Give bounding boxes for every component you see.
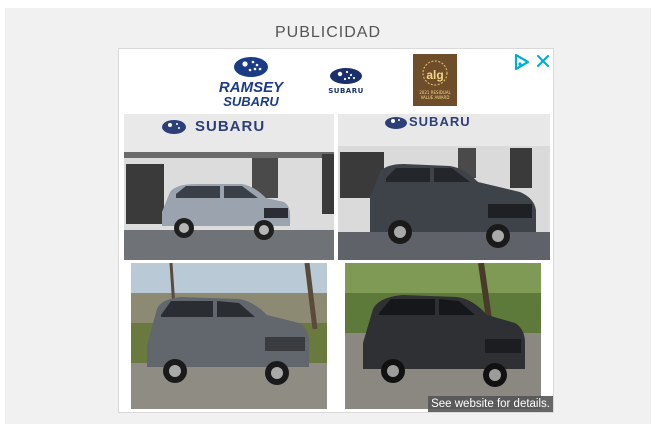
close-icon[interactable] bbox=[535, 53, 551, 69]
car-photo-dark-suv[interactable]: SUBARU bbox=[338, 114, 550, 260]
disclaimer-text: See website for details. bbox=[428, 396, 553, 412]
alg-mark: alg bbox=[426, 68, 444, 82]
subaru-logo[interactable]: SUBARU bbox=[323, 67, 369, 97]
subaru-emblem-icon bbox=[330, 68, 362, 84]
car-photo-forester[interactable]: SUBARU bbox=[124, 114, 334, 260]
dealer-sign-text: SUBARU bbox=[195, 118, 266, 135]
ad-banner[interactable]: RAMSEY SUBARU SUBARU alg 2021 RESIDUAL V… bbox=[118, 48, 554, 413]
car-photo-forester-image bbox=[124, 114, 334, 260]
ad-container: PUBLICIDAD RAMSEY SUBARU SUBARU alg 2021… bbox=[5, 8, 651, 424]
car-photo-santa-fe[interactable] bbox=[345, 263, 541, 409]
alg-award-logo: alg 2021 RESIDUAL VALUE AWARD bbox=[413, 54, 457, 106]
dealer-sign-text: SUBARU bbox=[409, 114, 471, 129]
ad-label: PUBLICIDAD bbox=[274, 24, 382, 41]
adchoices-icon[interactable] bbox=[513, 53, 531, 71]
car-photo-dark-suv-image bbox=[338, 114, 550, 260]
car-photo-pilot-image bbox=[131, 263, 327, 409]
ramsey-subaru-logo[interactable]: RAMSEY SUBARU bbox=[217, 55, 285, 111]
award-text: 2021 RESIDUAL VALUE AWARD bbox=[419, 90, 451, 100]
dealer-name-line2: SUBARU bbox=[223, 94, 279, 109]
subaru-wordmark: SUBARU bbox=[328, 87, 364, 95]
subaru-emblem-icon bbox=[234, 57, 268, 77]
car-photo-pilot[interactable] bbox=[131, 263, 327, 409]
car-photo-santa-fe-image bbox=[345, 263, 541, 409]
